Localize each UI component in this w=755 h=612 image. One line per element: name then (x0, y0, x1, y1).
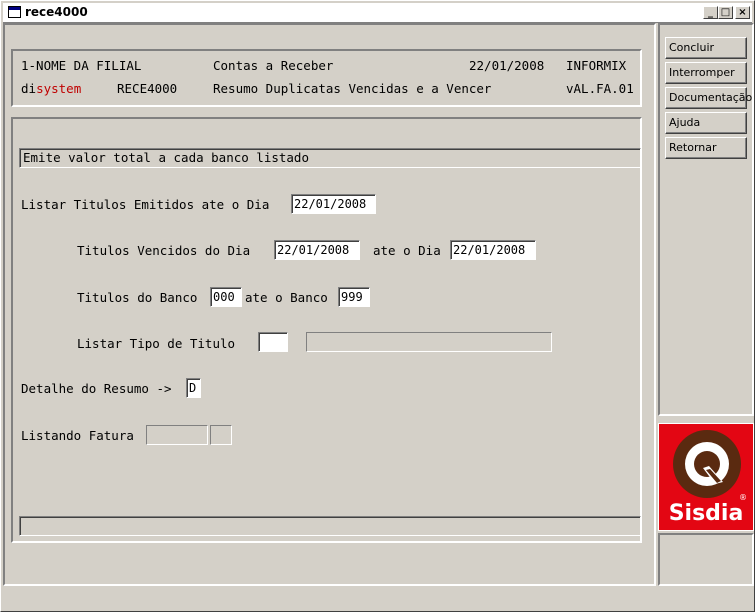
vencidos-from-date-input[interactable]: 22/01/2008 (274, 240, 360, 260)
documentacao-button[interactable]: Documentação (665, 87, 752, 109)
app-icon (8, 6, 21, 18)
status-bar (19, 516, 641, 536)
retornar-button[interactable]: Retornar (665, 137, 747, 159)
filial-name: 1-NOME DA FILIAL (21, 58, 142, 73)
logo-system: system (36, 81, 82, 96)
minimize-button[interactable]: _ (703, 6, 718, 19)
database-name: INFORMIX (566, 58, 627, 73)
application-window: rece4000 _ □ × 1-NOME DA FILIAL Contas a… (0, 0, 755, 612)
logo-di: di (21, 81, 37, 96)
bottom-side-panel (658, 533, 754, 586)
listando-fatura-label: Listando Fatura (21, 428, 134, 443)
detalhe-resumo-input[interactable]: D (186, 378, 201, 398)
system-logo-text: disystem (21, 81, 81, 96)
ajuda-button[interactable]: Ajuda (665, 112, 747, 134)
listar-titulos-date-input[interactable]: 22/01/2008 (291, 194, 376, 214)
vencidos-to-date-input[interactable]: 22/01/2008 (450, 240, 536, 260)
tipo-titulo-input[interactable] (258, 332, 288, 352)
report-description: Resumo Duplicatas Vencidas e a Vencer (213, 81, 492, 96)
sisdia-logo: Sisdia ® (658, 423, 754, 531)
concluir-button[interactable]: Concluir (665, 37, 747, 59)
form-panel: Emite valor total a cada banco listado L… (11, 117, 642, 543)
window-title: rece4000 (25, 5, 88, 19)
banco-label: Titulos do Banco (77, 290, 198, 305)
close-button[interactable]: × (735, 6, 750, 19)
banco-from-input[interactable]: 000 (210, 287, 242, 307)
tipo-titulo-label: Listar Tipo de Titulo (77, 336, 236, 351)
maximize-button[interactable]: □ (718, 6, 733, 19)
banco-to-input[interactable]: 999 (338, 287, 370, 307)
title-bar[interactable]: rece4000 _ □ × (3, 3, 752, 23)
current-date: 22/01/2008 (469, 58, 545, 73)
detalhe-resumo-label: Detalhe do Resumo -> (21, 381, 172, 396)
ate-o-dia-label: ate o Dia (373, 243, 441, 258)
info-message: Emite valor total a cada banco listado (19, 148, 641, 168)
version-code: vAL.FA.01 (566, 81, 634, 96)
header-panel: 1-NOME DA FILIAL Contas a Receber 22/01/… (11, 49, 642, 107)
listar-titulos-label: Listar Titulos Emitidos ate o Dia (21, 197, 270, 212)
registered-mark-icon: ® (739, 493, 747, 502)
interromper-button[interactable]: Interromper (665, 62, 747, 84)
listando-fatura-flag (210, 425, 232, 445)
ate-o-banco-label: ate o Banco (245, 290, 328, 305)
tipo-titulo-description (306, 332, 552, 352)
program-code: RECE4000 (117, 81, 178, 96)
vencidos-label: Titulos Vencidos do Dia (77, 243, 251, 258)
module-name: Contas a Receber (213, 58, 334, 73)
listando-fatura-value (146, 425, 208, 445)
sisdia-brand-text: Sisdia (668, 501, 744, 526)
